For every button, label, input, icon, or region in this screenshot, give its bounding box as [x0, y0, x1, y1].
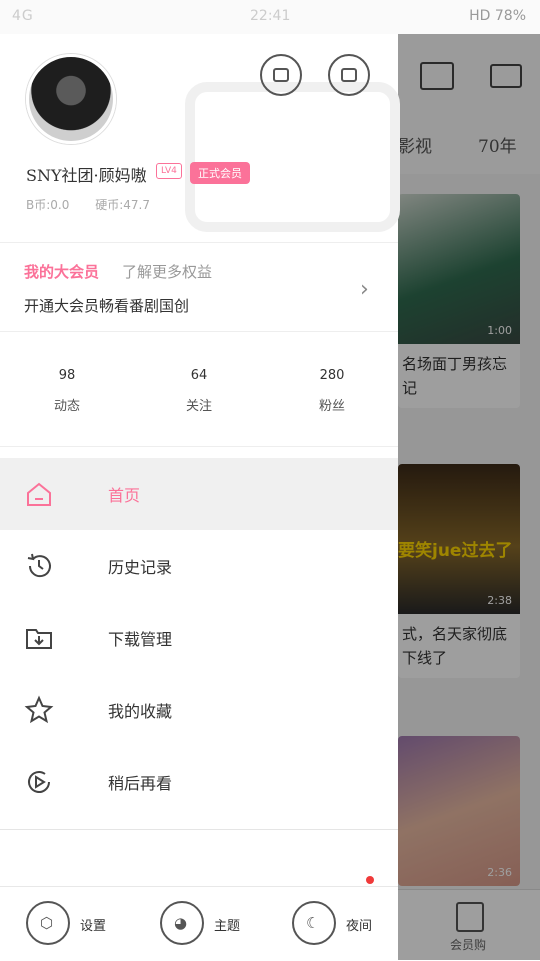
gear-icon: ⬡: [26, 901, 70, 945]
menu-item-label: 历史记录: [108, 558, 173, 577]
menu-item-home[interactable]: 首页: [0, 458, 398, 530]
system-indicators: HD 78%: [469, 8, 526, 24]
stat-value: 280: [319, 368, 345, 383]
menu-item-label: 首页: [108, 486, 141, 505]
settings-label: 设置: [80, 919, 107, 934]
moon-icon: ☾: [292, 901, 336, 945]
download-icon: [26, 629, 52, 649]
menu-item-downloads[interactable]: 下载管理: [0, 602, 398, 674]
night-mode-label: 夜间: [346, 919, 373, 934]
menu-item-label: 下载管理: [108, 630, 173, 649]
home-icon: [27, 482, 51, 506]
vip-promo-description: 开通大会员畅看番剧国创: [24, 297, 190, 315]
stats-row: 98 动态 64 关注 280 粉丝: [0, 342, 398, 447]
vip-promo-banner[interactable]: 我的大会员 了解更多权益 开通大会员畅看番剧国创 ›: [0, 242, 398, 332]
coin-balance: 硬币:47.7: [95, 198, 150, 212]
vip-promo-title: 我的大会员: [24, 263, 100, 281]
menu-item-history[interactable]: 历史记录: [0, 530, 398, 602]
tv-watermark-icon: [185, 82, 400, 232]
stat-label: 动态: [53, 399, 80, 414]
vip-promo-subtitle: 了解更多权益: [122, 263, 213, 281]
menu-item-label: 稍后再看: [108, 774, 173, 793]
signal-indicator: 4G: [12, 8, 34, 24]
palette-icon: ◕: [160, 901, 204, 945]
vip-badge: 正式会员: [190, 162, 250, 184]
status-bar: 4G 22:41 HD 78%: [0, 0, 540, 34]
scan-icon: [341, 68, 357, 82]
star-icon: [24, 695, 54, 724]
history-icon: [27, 553, 51, 578]
stat-label: 关注: [185, 399, 212, 414]
coin-info: B币:0.0 硬币:47.7: [26, 196, 172, 213]
wallet-icon: [273, 68, 289, 82]
menu-item-favorites[interactable]: 我的收藏: [0, 674, 398, 746]
drawer-scrim[interactable]: [398, 34, 540, 960]
scan-button[interactable]: [328, 54, 370, 96]
wallet-button[interactable]: [260, 54, 302, 96]
avatar[interactable]: [26, 54, 116, 144]
chevron-right-icon: ›: [360, 277, 369, 302]
b-coin-balance: B币:0.0: [26, 198, 70, 212]
clock: 22:41: [250, 8, 291, 24]
stat-value: 98: [58, 368, 76, 383]
menu-item-watch-later[interactable]: 稍后再看: [0, 746, 398, 818]
notification-dot: [366, 876, 374, 884]
username[interactable]: SNY社团·顾妈嗷: [26, 162, 147, 186]
stat-dynamics[interactable]: 98 动态: [17, 368, 117, 414]
theme-label: 主题: [214, 919, 241, 934]
stat-followers[interactable]: 280 粉丝: [282, 368, 382, 414]
stat-label: 粉丝: [318, 399, 345, 414]
drawer-footer: ⬡ 设置 ◕ 主题 ☾ 夜间: [0, 886, 398, 961]
divider: [0, 829, 398, 830]
menu-item-label: 我的收藏: [108, 702, 173, 721]
watch-later-icon: [28, 771, 50, 793]
stat-value: 64: [190, 368, 208, 383]
stat-following[interactable]: 64 关注: [149, 368, 249, 414]
level-badge: LV4: [156, 163, 182, 179]
navigation-drawer: SNY社团·顾妈嗷 LV4 正式会员 B币:0.0 硬币:47.7 我的大会员 …: [0, 34, 400, 961]
